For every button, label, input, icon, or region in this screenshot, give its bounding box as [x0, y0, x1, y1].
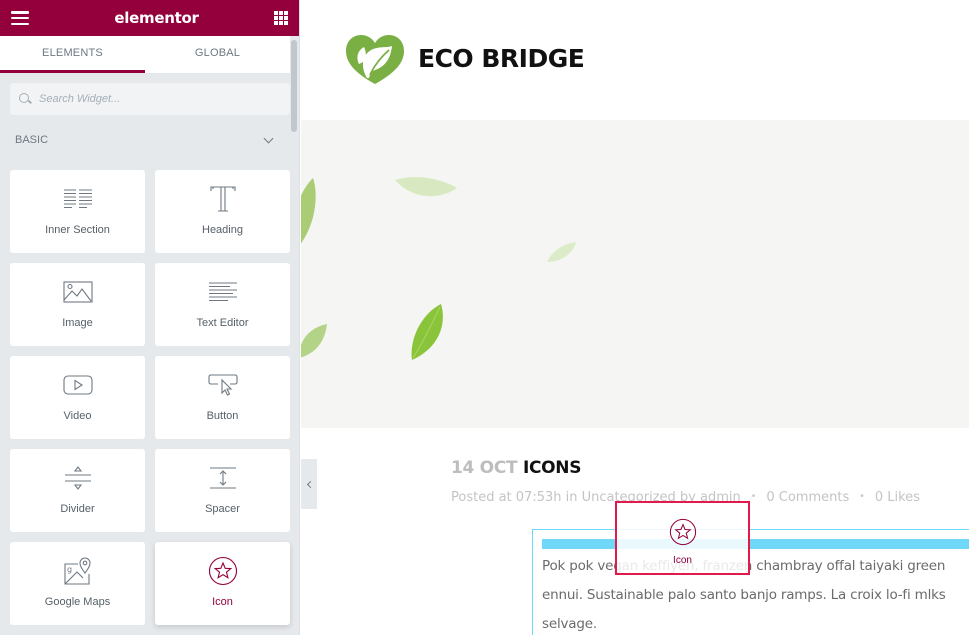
- star-icon: [203, 556, 243, 586]
- editor-panel: elementor ELEMENTS GLOBAL BASIC: [0, 0, 300, 635]
- widget-label: Inner Section: [45, 224, 110, 236]
- heading-icon: [203, 184, 243, 214]
- panel-tabs: ELEMENTS GLOBAL: [0, 36, 290, 73]
- leaf-decoration: [395, 177, 457, 197]
- drag-helper-label: Icon: [673, 555, 692, 566]
- widget-label: Heading: [202, 224, 243, 236]
- widget-heading[interactable]: Heading: [155, 170, 290, 253]
- star-icon: [669, 518, 697, 551]
- video-icon: [58, 370, 98, 400]
- site-header: ECO BRIDGE: [301, 0, 969, 120]
- post-meta-comments[interactable]: 0 Comments: [766, 490, 849, 505]
- leaf-decoration: [411, 304, 443, 360]
- meta-separator: •: [859, 492, 865, 502]
- category-basic-header[interactable]: BASIC: [0, 130, 290, 150]
- widget-label: Icon: [212, 596, 233, 608]
- widget-label: Spacer: [205, 503, 240, 515]
- grid-icon[interactable]: [274, 11, 288, 25]
- text-editor-block[interactable]: Pok pok vegan keffiyeh, franzen chambray…: [532, 529, 969, 635]
- search-widget-input[interactable]: [39, 93, 269, 105]
- post-title: 14 OCT ICONS: [451, 458, 581, 478]
- paragraph-line: Pok pok vegan keffiyeh, franzen chambray…: [542, 558, 946, 574]
- hamburger-icon[interactable]: [11, 11, 29, 25]
- spacer-icon: [203, 463, 243, 493]
- leaf-decoration: [301, 178, 316, 244]
- inner-section-icon: [58, 184, 98, 214]
- eco-heart-leaf-logo[interactable]: [345, 34, 405, 86]
- widget-divider[interactable]: Divider: [10, 449, 145, 532]
- widget-label: Video: [63, 410, 92, 422]
- drag-helper-icon-widget[interactable]: Icon: [615, 501, 750, 575]
- site-title[interactable]: ECO BRIDGE: [418, 44, 585, 73]
- widget-video[interactable]: Video: [10, 356, 145, 439]
- google-maps-icon: g: [58, 556, 98, 586]
- post-name[interactable]: ICONS: [523, 458, 582, 478]
- widget-label: Image: [62, 317, 93, 329]
- widget-label: Google Maps: [44, 596, 111, 608]
- text-editor-icon: [203, 277, 243, 307]
- widget-button[interactable]: Button: [155, 356, 290, 439]
- chevron-down-icon[interactable]: [263, 133, 274, 143]
- tab-global[interactable]: GLOBAL: [145, 36, 290, 73]
- tab-elements[interactable]: ELEMENTS: [0, 36, 145, 73]
- post-meta-likes[interactable]: 0 Likes: [875, 490, 920, 505]
- widget-google-maps[interactable]: g Google Maps: [10, 542, 145, 625]
- leaf-decoration: [301, 324, 327, 358]
- widget-grid: Inner Section Heading Image Text Editor …: [10, 170, 290, 625]
- post-date: 14 OCT: [451, 458, 518, 478]
- search-widget-field: [10, 83, 290, 115]
- paragraph-line: selvage.: [542, 616, 597, 632]
- paragraph-line: ennui. Sustainable palo santo banjo ramp…: [542, 587, 946, 603]
- panel-scrollbar[interactable]: [291, 40, 297, 132]
- svg-text:g: g: [67, 565, 72, 574]
- panel-collapse-button[interactable]: [301, 459, 317, 509]
- widget-image[interactable]: Image: [10, 263, 145, 346]
- widget-label: Divider: [60, 503, 95, 515]
- brand-logo: elementor: [114, 9, 199, 27]
- search-icon: [18, 92, 32, 106]
- leaf-decoration: [547, 242, 576, 262]
- button-icon: [203, 370, 243, 400]
- widget-spacer[interactable]: Spacer: [155, 449, 290, 532]
- widget-icon[interactable]: Icon: [155, 542, 290, 625]
- meta-separator: •: [750, 492, 757, 502]
- hero-banner: [301, 120, 969, 428]
- category-basic-label: BASIC: [15, 134, 49, 146]
- elementor-editor: elementor ELEMENTS GLOBAL BASIC: [0, 0, 969, 635]
- image-icon: [58, 277, 98, 307]
- panel-header: elementor: [0, 0, 299, 36]
- widget-label: Button: [206, 410, 239, 422]
- post-paragraph: Pok pok vegan keffiyeh, franzen chambray…: [542, 552, 969, 635]
- divider-icon: [58, 463, 98, 493]
- widget-text-editor[interactable]: Text Editor: [155, 263, 290, 346]
- widget-label: Text Editor: [196, 317, 249, 329]
- drop-indicator: [542, 539, 969, 549]
- chevron-left-icon: [306, 480, 314, 488]
- widget-inner-section[interactable]: Inner Section: [10, 170, 145, 253]
